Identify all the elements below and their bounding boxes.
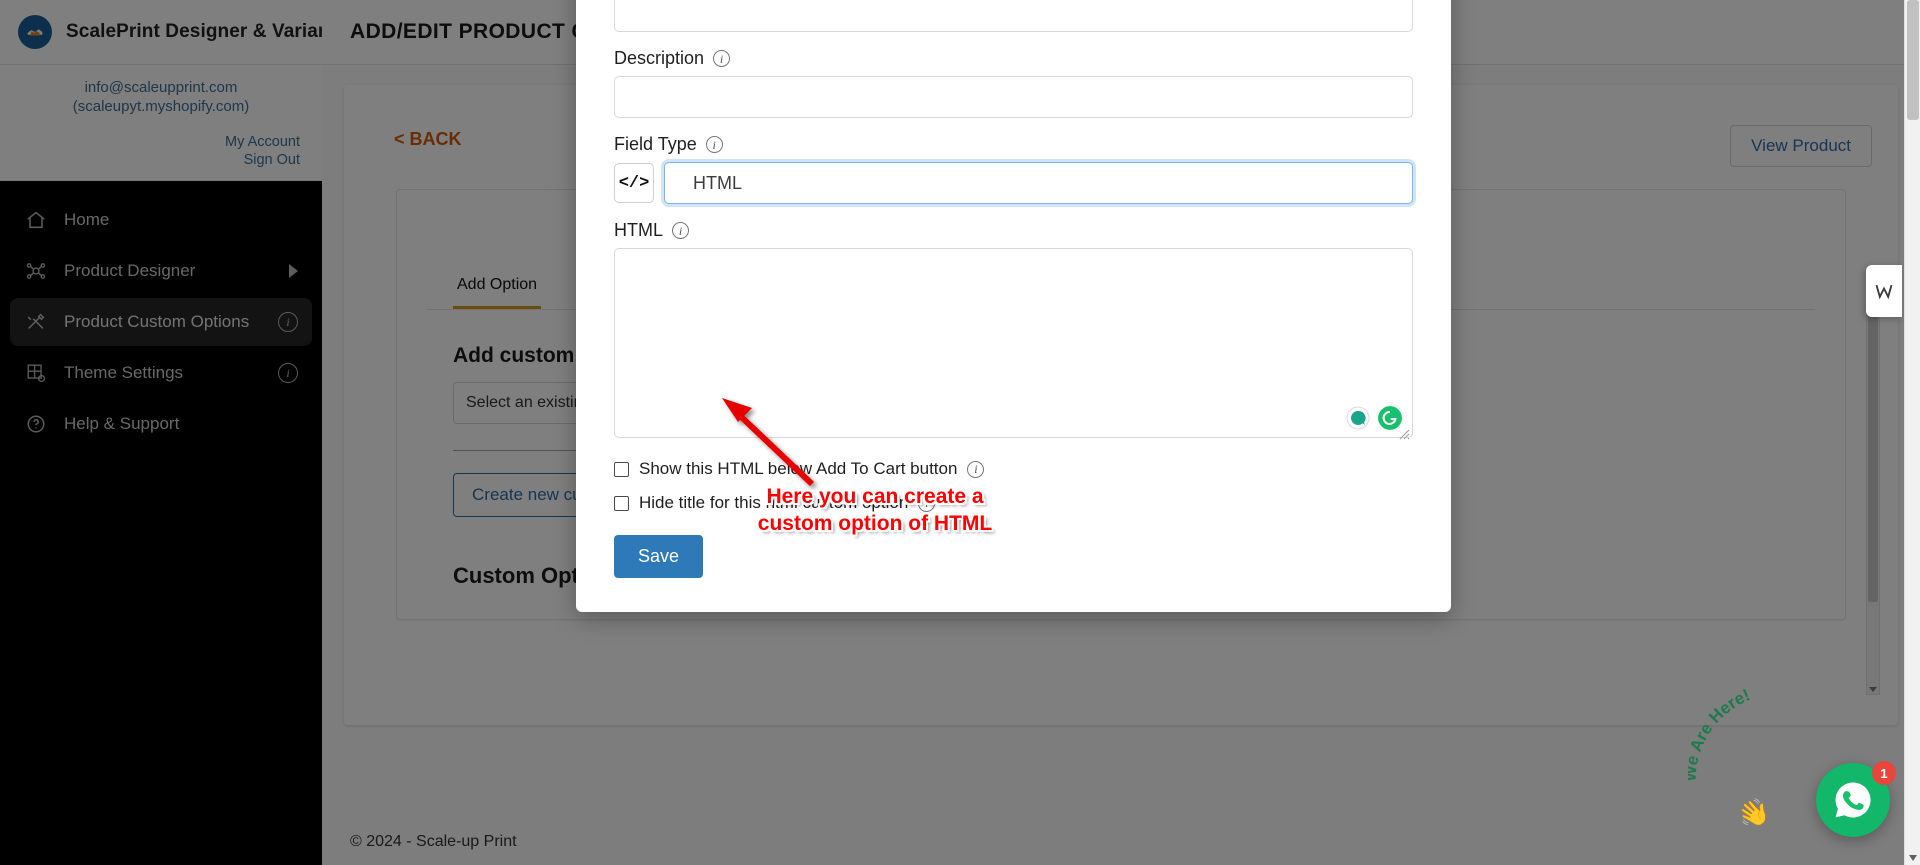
checkbox-input[interactable]: [614, 461, 629, 477]
whatsapp-icon: [1835, 782, 1871, 818]
field-type-label: Field Type: [614, 134, 697, 154]
field-type-select[interactable]: HTML: [664, 162, 1413, 204]
custom-option-modal: Column Width i 100% Help Text i Descript…: [576, 0, 1451, 612]
html-textarea-wrap: [614, 248, 1413, 443]
save-button[interactable]: Save: [614, 535, 704, 578]
checkbox-input[interactable]: [614, 495, 629, 511]
field-type-label-row: Field Type i: [614, 134, 1413, 155]
screen-root: ScalePrint Designer & Variants info@scal…: [0, 0, 1920, 865]
checkbox-hide-title[interactable]: Hide title for this html custom option i: [614, 493, 1413, 513]
info-circle-icon[interactable]: i: [672, 222, 689, 239]
scrollbar-thumb[interactable]: [1907, 0, 1919, 120]
code-icon-button[interactable]: </>: [614, 163, 654, 203]
we-are-here-label: We Are Here!: [1688, 689, 1753, 782]
field-help-text: Help Text i: [614, 0, 1413, 32]
description-label-row: Description i: [614, 48, 1413, 69]
editor-assistant-badges: [1345, 405, 1403, 431]
side-widget-tab[interactable]: [1866, 265, 1902, 317]
field-type-row: </> HTML: [614, 162, 1413, 204]
quillbot-icon[interactable]: [1345, 405, 1371, 431]
field-html: HTML i: [614, 220, 1413, 443]
description-label: Description: [614, 48, 705, 68]
svg-text:We Are Here!: We Are Here!: [1688, 689, 1753, 782]
help-text-input[interactable]: [614, 0, 1413, 32]
checkbox-label: Show this HTML below Add To Cart button: [639, 459, 958, 478]
resize-handle-icon[interactable]: [1398, 428, 1410, 440]
html-label-row: HTML i: [614, 220, 1413, 241]
html-label: HTML: [614, 220, 663, 240]
description-input[interactable]: [614, 76, 1413, 118]
info-circle-icon[interactable]: i: [713, 50, 731, 67]
checkbox-label: Hide title for this html custom option: [639, 493, 909, 512]
field-type-select-wrap: HTML: [664, 162, 1413, 204]
info-circle-icon[interactable]: i: [918, 494, 936, 512]
field-field-type: Field Type i </> HTML: [614, 134, 1413, 204]
chat-unread-badge: 1: [1872, 761, 1896, 785]
field-description: Description i: [614, 48, 1413, 118]
checkbox-show-html-below-cart[interactable]: Show this HTML below Add To Cart button …: [614, 459, 1413, 479]
w-logo-icon: [1875, 284, 1893, 300]
scroll-down-arrow-icon[interactable]: [1909, 855, 1917, 861]
info-circle-icon[interactable]: i: [705, 136, 723, 153]
info-circle-icon[interactable]: i: [967, 460, 985, 478]
window-scrollbar[interactable]: [1904, 0, 1920, 865]
html-textarea[interactable]: [614, 248, 1413, 438]
